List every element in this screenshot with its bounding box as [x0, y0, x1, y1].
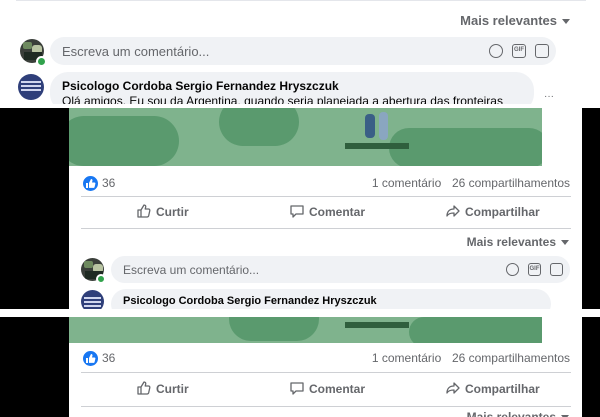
comment-text: Olá amigos. Eu sou da Argentina, quando … [62, 94, 503, 104]
share-button[interactable]: Compartilhar [445, 202, 545, 222]
like-button[interactable]: Curtir [136, 379, 206, 399]
smiley-icon[interactable] [489, 44, 503, 58]
like-count[interactable]: 36 [102, 351, 115, 365]
gif-icon[interactable]: GIF [512, 44, 526, 58]
like-icon [137, 381, 151, 395]
like-icon [83, 351, 98, 366]
share-button-label: Compartilhar [465, 205, 540, 219]
stats-right: 1 comentário 26 compartilhamentos [372, 176, 570, 190]
actions-top-divider [81, 372, 571, 373]
comment-input[interactable]: Escreva um comentário... GIF [50, 37, 556, 65]
comment-button[interactable]: Comentar [289, 379, 379, 399]
online-indicator [96, 274, 106, 284]
post-card: 36 1 comentário 26 compartilhamentos Cur… [69, 317, 582, 417]
page-avatar[interactable] [81, 290, 104, 309]
post-actions: Curtir Comentar Compartilhar [69, 197, 582, 227]
more-options-icon[interactable]: ··· [544, 92, 556, 102]
sort-dropdown[interactable]: Mais relevantes [429, 410, 569, 417]
post-image-map [69, 317, 542, 343]
comment-author[interactable]: Psicologo Cordoba Sergio Fernandez Hrysz… [123, 295, 377, 307]
chevron-down-icon [561, 240, 569, 246]
sticker-icon[interactable] [535, 44, 549, 58]
comment-input-placeholder: Escreva um comentário... [123, 263, 260, 277]
top-divider [16, 0, 586, 1]
post-stats: 36 1 comentário 26 compartilhamentos [69, 172, 582, 196]
comment-bubble: Psicologo Cordoba Sergio Fernandez Hrysz… [111, 289, 551, 309]
comment-button-label: Comentar [309, 205, 366, 219]
comments-count[interactable]: 1 comentário [372, 351, 441, 365]
comment-input[interactable]: Escreva um comentário... GIF [111, 256, 570, 283]
like-count[interactable]: 36 [102, 176, 115, 190]
comment-icon [290, 382, 304, 395]
page-avatar[interactable] [18, 74, 44, 100]
top-comment-section: Mais relevantes Escreva um comentário...… [0, 0, 600, 104]
sort-label: Mais relevantes [466, 410, 556, 417]
like-icon [137, 204, 151, 218]
sticker-icon[interactable] [550, 263, 563, 276]
shares-count[interactable]: 26 compartilhamentos [452, 351, 570, 365]
share-button-label: Compartilhar [465, 382, 540, 396]
online-indicator [36, 56, 47, 67]
comment-bubble: Psicologo Cordoba Sergio Fernandez Hrysz… [50, 72, 534, 104]
screenshot-panel-1: 36 1 comentário 26 compartilhamentos Cur… [0, 108, 600, 309]
gif-icon[interactable]: GIF [528, 263, 541, 276]
actions-bottom-divider [81, 406, 571, 407]
share-icon [446, 205, 460, 217]
like-button-label: Curtir [156, 382, 189, 396]
comment-button-label: Comentar [309, 382, 366, 396]
share-icon [446, 382, 460, 394]
comment-input-placeholder: Escreva um comentário... [62, 44, 210, 59]
sort-label: Mais relevantes [460, 13, 557, 28]
comment-icon [290, 205, 304, 218]
like-icon [83, 176, 98, 191]
like-button[interactable]: Curtir [136, 202, 206, 222]
screenshot-panel-2: 36 1 comentário 26 compartilhamentos Cur… [0, 317, 600, 417]
actions-bottom-divider [81, 228, 571, 229]
share-button[interactable]: Compartilhar [445, 379, 545, 399]
post-stats: 36 1 comentário 26 compartilhamentos [69, 347, 582, 371]
sort-dropdown[interactable]: Mais relevantes [420, 13, 570, 29]
smiley-icon[interactable] [506, 263, 519, 276]
post-card: 36 1 comentário 26 compartilhamentos Cur… [69, 108, 582, 309]
post-actions: Curtir Comentar Compartilhar [69, 374, 582, 404]
comment-author[interactable]: Psicologo Cordoba Sergio Fernandez Hrysz… [62, 79, 339, 93]
post-image-map [69, 108, 542, 166]
comment-button[interactable]: Comentar [289, 202, 379, 222]
sort-label: Mais relevantes [466, 235, 556, 249]
chevron-down-icon [562, 19, 570, 25]
shares-count[interactable]: 26 compartilhamentos [452, 176, 570, 190]
comments-count[interactable]: 1 comentário [372, 176, 441, 190]
like-button-label: Curtir [156, 205, 189, 219]
stats-right: 1 comentário 26 compartilhamentos [372, 351, 570, 365]
sort-dropdown[interactable]: Mais relevantes [429, 235, 569, 251]
